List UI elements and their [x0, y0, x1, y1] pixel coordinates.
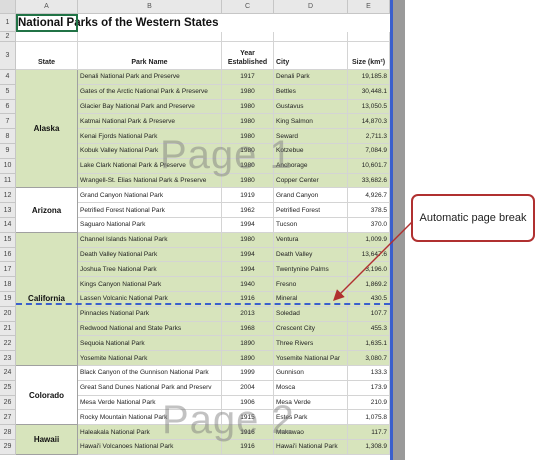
page-break-callout: Automatic page break	[411, 194, 535, 242]
spreadsheet: ABCDE 1 2 3 4 5 6 7 8 9 10 11 12 13 14 15 16 17 18 19 20 21 2…	[0, 0, 552, 460]
